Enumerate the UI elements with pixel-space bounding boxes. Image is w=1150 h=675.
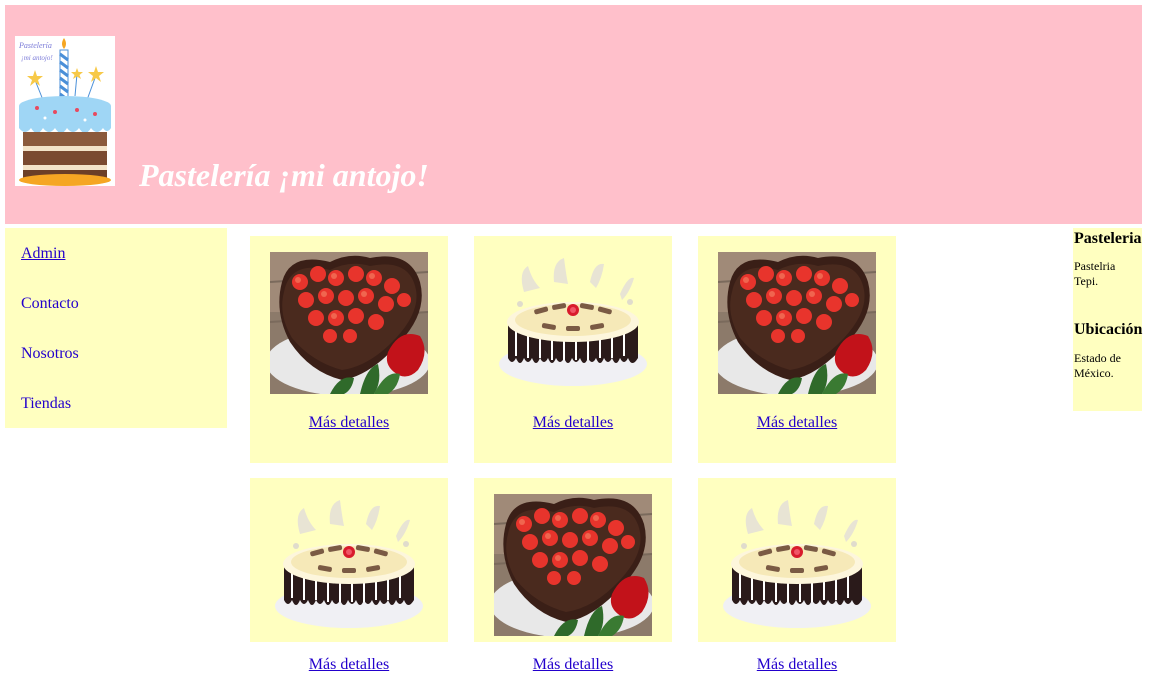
- product-card: Más detalles: [698, 478, 896, 673]
- more-details-link[interactable]: Más detalles: [250, 655, 448, 675]
- product-card: Más detalles: [474, 236, 672, 463]
- cream-crown-cake-image: [494, 252, 652, 394]
- more-details-link[interactable]: Más detalles: [474, 655, 672, 675]
- more-details-link[interactable]: Más detalles: [250, 413, 448, 433]
- aside-heading-ubicacion: Ubicación: [1074, 321, 1143, 338]
- product-card: Más detalles: [250, 236, 448, 463]
- product-card: Más detalles: [250, 478, 448, 673]
- more-details-link[interactable]: Más detalles: [474, 413, 672, 433]
- sidebar-nav: Admin Contacto Nosotros Tiendas: [5, 228, 227, 428]
- aside-text-name: Pastelria Tepi.: [1074, 259, 1116, 288]
- nav-link-nosotros[interactable]: Nosotros: [21, 344, 79, 364]
- svg-text:Pastelería: Pastelería: [18, 41, 52, 50]
- nav-link-tiendas[interactable]: Tiendas: [21, 394, 71, 414]
- aside-text-location: Estado de México.: [1074, 351, 1121, 380]
- product-card: Más detalles: [698, 236, 896, 463]
- more-details-link[interactable]: Más detalles: [698, 655, 896, 675]
- cream-crown-cake-image: [718, 494, 876, 636]
- more-details-link[interactable]: Más detalles: [698, 413, 896, 433]
- strawberry-heart-cake-image: [270, 252, 428, 394]
- strawberry-heart-cake-image: [718, 252, 876, 394]
- site-title: Pastelería ¡mi antojo!: [139, 157, 429, 193]
- product-card: Más detalles: [474, 478, 672, 673]
- info-aside: Pasteleria Pastelria Tepi. Ubicación Est…: [1073, 228, 1142, 411]
- svg-text:¡mi antojo!: ¡mi antojo!: [21, 54, 53, 62]
- nav-link-admin[interactable]: Admin: [21, 244, 65, 264]
- cake-logo-image: Pastelería ¡mi antojo!: [15, 36, 115, 186]
- cream-crown-cake-image: [270, 494, 428, 636]
- nav-link-contacto[interactable]: Contacto: [21, 294, 79, 314]
- site-header: Pastelería ¡mi antojo! Pastelería ¡mi an…: [5, 5, 1142, 224]
- strawberry-heart-cake-image: [494, 494, 652, 636]
- aside-heading-pasteleria: Pasteleria: [1074, 230, 1142, 247]
